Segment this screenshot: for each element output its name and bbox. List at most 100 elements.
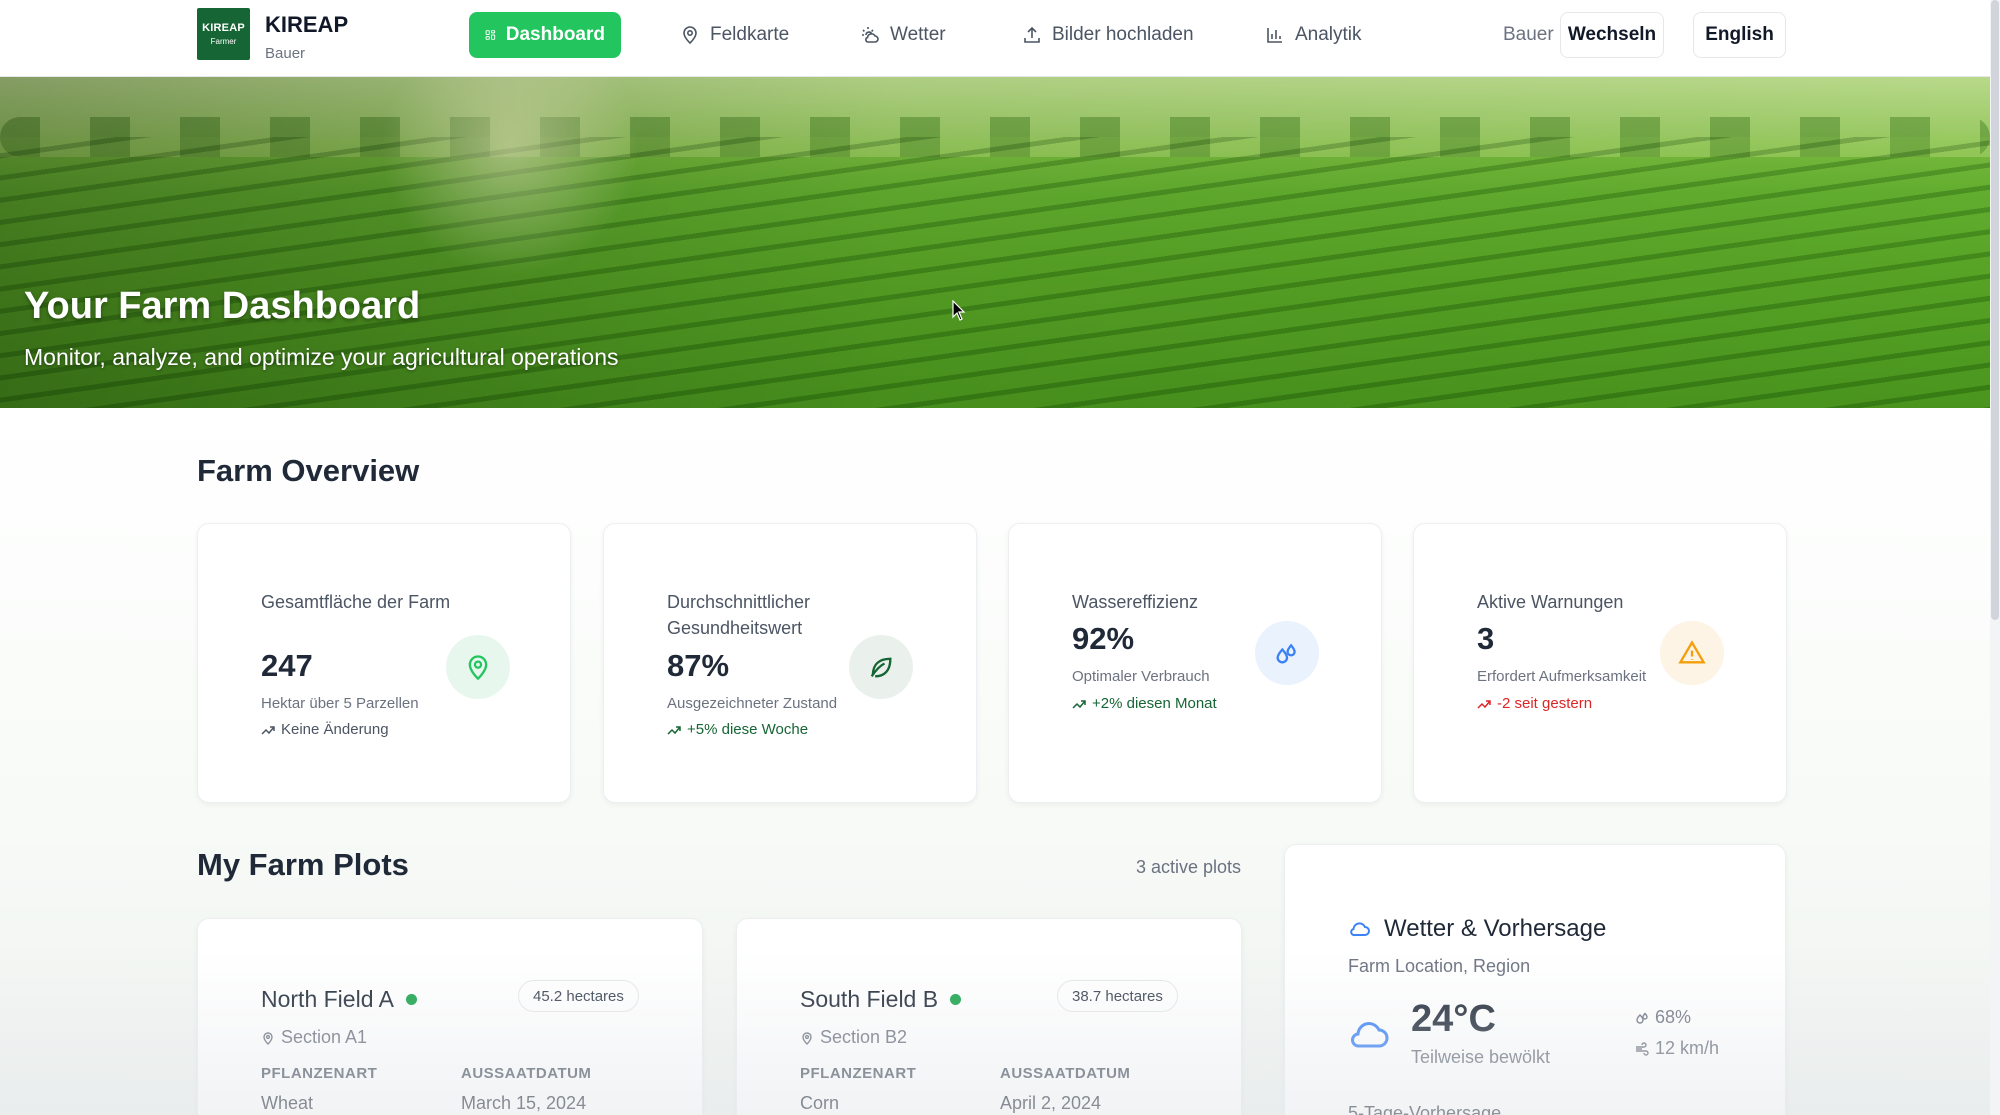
- humidity-icon: [1636, 1011, 1648, 1024]
- stat-card-water-efficiency: Wassereffizienz 92% Optimaler Verbrauch …: [1008, 523, 1382, 803]
- plot-card-north-field[interactable]: North Field A 45.2 hectares Section A1 P…: [197, 918, 703, 1115]
- stat-trend: -2 seit gestern: [1477, 695, 1592, 712]
- stat-description: Hektar über 5 Parzellen: [261, 695, 419, 712]
- map-pin-icon: [263, 1031, 273, 1045]
- sun-cloud-icon: [862, 27, 879, 43]
- switch-role-button[interactable]: Wechseln: [1560, 12, 1664, 58]
- trend-up-icon: [667, 725, 681, 735]
- crop-type-value: Corn: [800, 1093, 840, 1113]
- map-pin-icon: [802, 1031, 812, 1045]
- plot-name-text: North Field A: [261, 986, 394, 1012]
- stat-value: 92%: [1072, 621, 1135, 656]
- plot-size-badge: 45.2 hectares: [518, 980, 639, 1012]
- plot-status-dot: [405, 994, 417, 1005]
- nav-bilder-hochladen[interactable]: Bilder hochladen: [1006, 12, 1210, 58]
- nav-wetter[interactable]: Wetter: [844, 12, 962, 58]
- plot-section-text: Section A1: [281, 1027, 368, 1047]
- weather-title: Wetter & Vorhersage: [1348, 915, 1606, 943]
- stat-trend-text: +2% diesen Monat: [1092, 695, 1217, 712]
- weather-temperature: 24°C: [1411, 998, 1496, 1040]
- stat-label: Durchschnittlicher Gesundheitswert: [667, 592, 811, 638]
- plot-name-text: South Field B: [800, 986, 939, 1012]
- stat-icon-badge: [446, 635, 510, 699]
- stat-label: Gesamtfläche der Farm: [261, 592, 451, 612]
- brand-subtitle: Bauer: [265, 45, 306, 62]
- trend-up-icon: [1072, 699, 1086, 709]
- hero-title: Your Farm Dashboard: [24, 285, 421, 327]
- cloud-icon: [1350, 922, 1370, 937]
- weather-card: Wetter & Vorhersage Farm Location, Regio…: [1284, 844, 1786, 1115]
- upload-icon: [1024, 26, 1040, 43]
- nav-analytik[interactable]: Analytik: [1249, 12, 1378, 58]
- weather-wind: 12 km/h: [1635, 1038, 1719, 1059]
- stat-trend-text: -2 seit gestern: [1497, 695, 1593, 712]
- stat-trend-text: Keine Änderung: [281, 721, 389, 738]
- stat-label: Aktive Warnungen: [1477, 592, 1624, 612]
- weather-humidity: 68%: [1635, 1007, 1691, 1028]
- map-pin-icon: [683, 26, 697, 45]
- plot-card-south-field[interactable]: South Field B 38.7 hectares Section B2 P…: [736, 918, 1242, 1115]
- dashboard-grid-icon: [485, 30, 496, 40]
- stat-trend: +2% diesen Monat: [1072, 695, 1217, 712]
- crop-type-value: Wheat: [261, 1093, 314, 1113]
- stat-icon-badge: [1255, 621, 1319, 685]
- stat-card-total-area: Gesamtfläche der Farm 247 Hektar über 5 …: [197, 523, 571, 803]
- nav-dashboard[interactable]: Dashboard: [469, 12, 621, 58]
- language-button[interactable]: English: [1693, 12, 1786, 58]
- stat-description: Erfordert Aufmerksamkeit: [1477, 668, 1647, 685]
- role-label: Bauer: [1503, 24, 1554, 45]
- hero-subtitle: Monitor, analyze, and optimize your agri…: [24, 344, 619, 370]
- water-drops-icon: [1276, 643, 1296, 664]
- stat-description: Optimaler Verbrauch: [1072, 668, 1210, 685]
- weather-humidity-value: 68%: [1655, 1007, 1692, 1027]
- sowing-date-value: April 2, 2024: [1000, 1093, 1102, 1113]
- map-pin-icon: [468, 655, 488, 681]
- stat-trend-text: +5% diese Woche: [687, 721, 809, 738]
- forecast-label: 5-Tage-Vorhersage: [1348, 1103, 1502, 1115]
- plot-name: North Field A: [261, 986, 417, 1013]
- stat-icon-badge: [1660, 621, 1724, 685]
- leaf-icon: [870, 657, 892, 678]
- plot-status-dot: [950, 994, 962, 1005]
- trend-up-icon: [261, 725, 275, 735]
- top-navigation-bar: KIREAP Farmer KIREAP Bauer Dashboard Fel…: [0, 0, 1990, 77]
- cloud-icon: [1351, 1022, 1389, 1048]
- crop-type-header: PFLANZENART: [800, 1065, 917, 1082]
- nav-dashboard-label: Dashboard: [505, 24, 605, 45]
- stat-description: Ausgezeichneter Zustand: [667, 695, 838, 712]
- mouse-cursor-icon: [952, 300, 966, 321]
- weather-location: Farm Location, Region: [1348, 956, 1531, 976]
- wind-icon: [1636, 1041, 1649, 1056]
- sowing-date-header: AUSSAATDATUM: [1000, 1065, 1131, 1082]
- scrollbar-thumb[interactable]: [1991, 0, 1999, 620]
- sowing-date-header: AUSSAATDATUM: [461, 1065, 592, 1082]
- plot-size-badge: 38.7 hectares: [1057, 980, 1178, 1012]
- crop-type-header: PFLANZENART: [261, 1065, 378, 1082]
- logo-text: KIREAP: [202, 22, 245, 34]
- nav-analytik-label: Analytik: [1295, 24, 1362, 45]
- warning-triangle-icon: [1678, 640, 1706, 664]
- weather-wind-value: 12 km/h: [1655, 1038, 1720, 1058]
- trend-up-icon: [1477, 699, 1491, 709]
- hero-banner: Your Farm Dashboard Monitor, analyze, an…: [0, 77, 1990, 408]
- nav-feldkarte[interactable]: Feldkarte: [664, 12, 805, 58]
- stat-card-active-warnings: Aktive Warnungen 3 Erfordert Aufmerksamk…: [1413, 523, 1787, 803]
- stat-trend: Keine Änderung: [261, 721, 389, 738]
- app-logo[interactable]: KIREAP Farmer: [197, 8, 250, 60]
- weather-title-text: Wetter & Vorhersage: [1384, 915, 1607, 942]
- farm-plots-title: My Farm Plots: [197, 847, 409, 882]
- sowing-date-value: March 15, 2024: [461, 1093, 587, 1113]
- stat-value: 247: [261, 648, 313, 683]
- logo-subtext: Farmer: [210, 37, 237, 46]
- stat-icon-badge: [849, 635, 913, 699]
- nav-feldkarte-label: Feldkarte: [710, 24, 790, 45]
- plot-section-text: Section B2: [820, 1027, 908, 1047]
- plot-name: South Field B: [800, 986, 962, 1013]
- stat-value: 87%: [667, 648, 730, 683]
- farm-overview-title: Farm Overview: [197, 453, 420, 488]
- brand-title: KIREAP: [265, 12, 349, 37]
- stat-card-health-score: Durchschnittlicher Gesundheitswert 87% A…: [603, 523, 977, 803]
- weather-condition: Teilweise bewölkt: [1411, 1047, 1551, 1067]
- plot-section: Section A1: [261, 1027, 367, 1048]
- stat-trend: +5% diese Woche: [667, 721, 808, 738]
